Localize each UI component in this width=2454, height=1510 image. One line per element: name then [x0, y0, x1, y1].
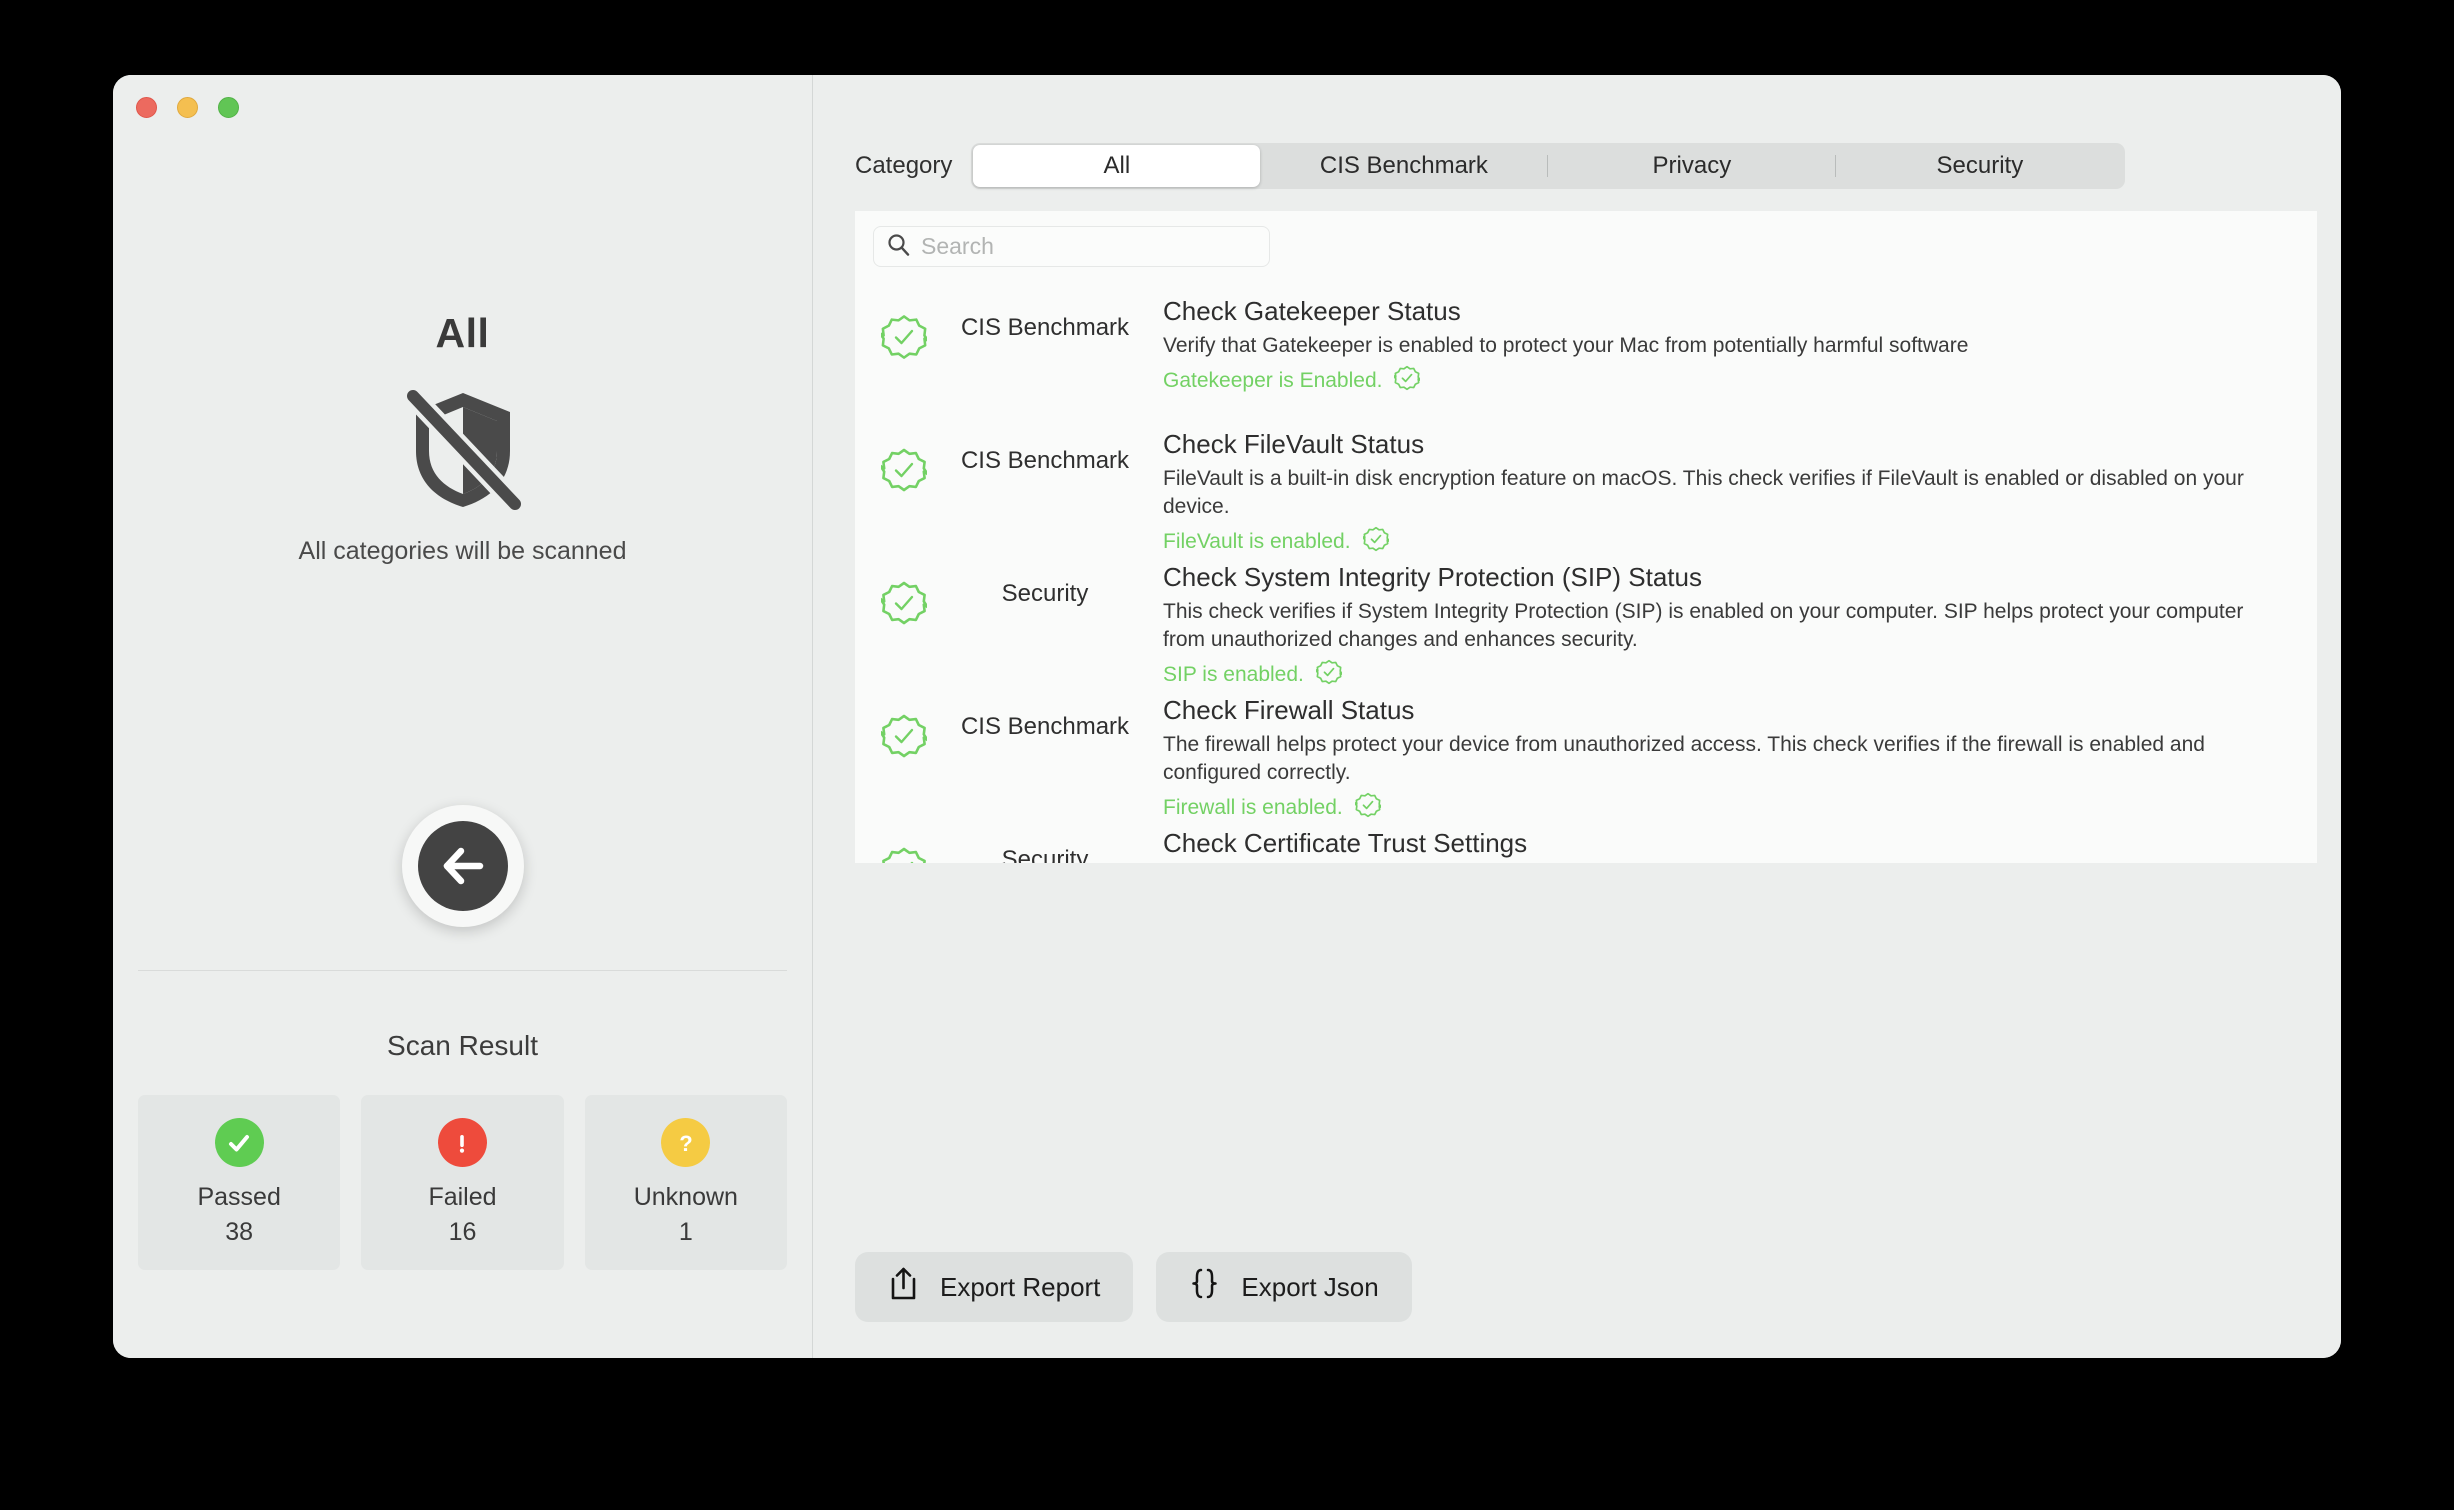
check-body: Check Firewall Status The firewall helps… [1163, 682, 2317, 823]
scan-scope-hero: All All categories will be scanned [113, 310, 812, 566]
category-segmented-control: All CIS Benchmark Privacy Security [971, 143, 2126, 189]
check-status-text: Gatekeeper is Enabled. [1163, 368, 1383, 392]
braces-icon [1189, 1266, 1220, 1308]
verified-badge-icon [881, 447, 927, 493]
result-label: Unknown [633, 1183, 738, 1211]
check-circle-icon [214, 1118, 264, 1167]
verified-badge-icon [881, 713, 927, 759]
check-list-panel: CIS Benchmark Check Gatekeeper Status Ve… [855, 211, 2317, 863]
check-status: Gatekeeper is Enabled. [1163, 365, 2289, 396]
sidebar: All All categories will be scanned Scan … [113, 75, 813, 1358]
result-count: 16 [448, 1218, 477, 1246]
check-row-firewall[interactable]: CIS Benchmark Check Firewall Status The … [855, 682, 2317, 819]
search-icon [887, 233, 910, 261]
tab-all[interactable]: All [973, 145, 1261, 187]
tab-privacy[interactable]: Privacy [1548, 145, 1835, 187]
check-body: Check Certificate Trust Settings Check f… [1163, 815, 2317, 863]
category-filter-bar: Category All CIS Benchmark Privacy Secur… [855, 143, 2311, 189]
export-report-label: Export Report [940, 1271, 1101, 1302]
check-row-certificate-trust[interactable]: Security Check Certificate Trust Setting… [855, 815, 2317, 863]
back-button-inner [417, 821, 508, 911]
back-arrow-icon [443, 847, 483, 885]
check-title: Check FileVault Status [1163, 429, 1425, 459]
tab-cis-benchmark[interactable]: CIS Benchmark [1260, 145, 1547, 187]
verified-badge-icon [881, 580, 927, 626]
result-card-failed[interactable]: Failed 16 [361, 1095, 564, 1270]
close-button[interactable] [136, 97, 157, 118]
export-toolbar: Export Report Export Json [855, 1252, 1412, 1322]
check-title: Check System Integrity Protection (SIP) … [1163, 562, 1702, 592]
check-list[interactable]: CIS Benchmark Check Gatekeeper Status Ve… [855, 283, 2317, 863]
check-description: The firewall helps protect your device f… [1163, 733, 2205, 785]
check-title: Check Gatekeeper Status [1163, 296, 1461, 326]
scan-result-cards: Passed 38 Failed 16 ? Unknown 1 [138, 1095, 787, 1270]
check-title: Check Firewall Status [1163, 695, 1415, 725]
share-export-icon [888, 1266, 919, 1308]
check-body: Check Gatekeeper Status Verify that Gate… [1163, 283, 2317, 396]
export-report-button[interactable]: Export Report [855, 1252, 1134, 1322]
shield-slash-icon [113, 385, 812, 513]
result-label: Failed [428, 1183, 497, 1211]
result-card-passed[interactable]: Passed 38 [138, 1095, 341, 1270]
export-json-label: Export Json [1241, 1271, 1379, 1302]
check-category: CIS Benchmark [960, 447, 1130, 474]
main-content: Category All CIS Benchmark Privacy Secur… [813, 75, 2341, 1358]
back-button[interactable] [401, 805, 524, 927]
svg-text:?: ? [679, 1131, 692, 1156]
check-title: Check Certificate Trust Settings [1163, 828, 1528, 858]
minimize-button[interactable] [177, 97, 198, 118]
check-row-gatekeeper[interactable]: CIS Benchmark Check Gatekeeper Status Ve… [855, 283, 2317, 416]
check-category: CIS Benchmark [960, 713, 1130, 740]
zoom-button[interactable] [218, 97, 239, 118]
check-category: Security [1001, 580, 1089, 607]
check-body: Check FileVault Status FileVault is a bu… [1163, 416, 2317, 557]
check-description: FileVault is a built-in disk encryption … [1163, 467, 2244, 519]
category-label: Category [855, 152, 953, 179]
app-window: All All categories will be scanned Scan … [113, 75, 2341, 1358]
tab-security[interactable]: Security [1836, 145, 2123, 187]
exclamation-circle-icon [437, 1118, 487, 1167]
verified-badge-icon [881, 314, 927, 360]
check-description: Verify that Gatekeeper is enabled to pro… [1163, 334, 1969, 358]
result-card-unknown[interactable]: ? Unknown 1 [584, 1095, 787, 1270]
check-row-filevault[interactable]: CIS Benchmark Check FileVault Status Fil… [855, 416, 2317, 553]
check-row-sip[interactable]: Security Check System Integrity Protecti… [855, 549, 2317, 686]
sidebar-divider [138, 970, 787, 971]
check-body: Check System Integrity Protection (SIP) … [1163, 549, 2317, 690]
check-category: CIS Benchmark [960, 314, 1130, 341]
question-circle-icon: ? [661, 1118, 711, 1167]
search-box[interactable] [873, 226, 1270, 267]
search-input[interactable] [921, 233, 1256, 260]
check-category: Security [1001, 846, 1089, 863]
verified-badge-icon [1393, 365, 1422, 396]
verified-badge-icon [881, 846, 927, 863]
result-label: Passed [197, 1183, 281, 1211]
check-description: This check verifies if System Integrity … [1163, 600, 2244, 652]
scan-scope-caption: All categories will be scanned [298, 537, 627, 565]
traffic-lights [136, 97, 239, 118]
result-count: 1 [678, 1218, 693, 1246]
page-title: All [435, 310, 490, 356]
result-count: 38 [225, 1218, 254, 1246]
scan-result-title: Scan Result [387, 1030, 538, 1061]
export-json-button[interactable]: Export Json [1156, 1252, 1412, 1322]
